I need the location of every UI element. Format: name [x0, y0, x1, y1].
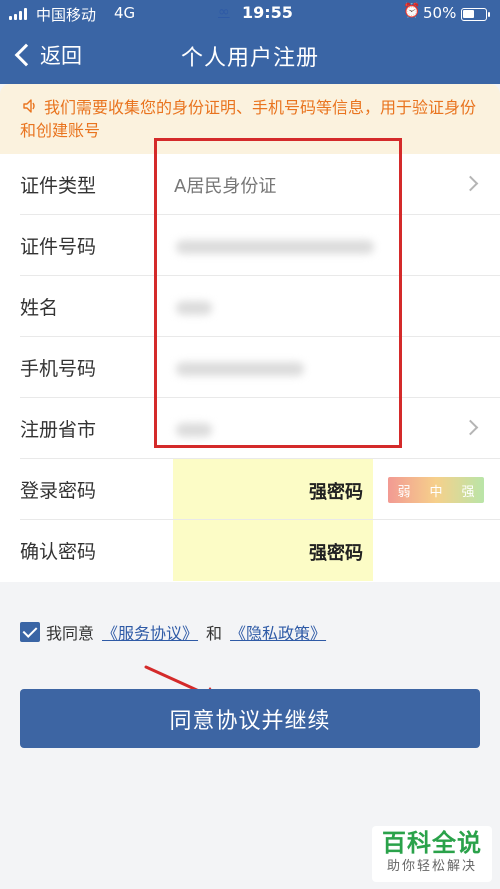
watermark-title: 百科全说	[382, 829, 482, 857]
agree-continue-button[interactable]: 同意协议并继续	[20, 689, 480, 748]
speaker-icon	[23, 99, 35, 113]
id-type-label: 证件类型	[20, 175, 97, 197]
agree-checkbox[interactable]	[20, 622, 40, 642]
login-password-field[interactable]: 强密码	[173, 459, 373, 520]
confirm-password-field[interactable]: 强密码	[173, 520, 373, 581]
confirm-password-label: 确认密码	[20, 541, 97, 563]
login-password-value: 强密码	[309, 482, 363, 503]
agreement-row: 我同意 《服务协议》 和 《隐私政策》	[20, 621, 334, 643]
agree-prefix: 我同意	[46, 624, 95, 643]
id-number-label: 证件号码	[20, 236, 97, 258]
province-label: 注册省市	[20, 419, 97, 441]
chevron-right-icon	[462, 419, 479, 436]
annotation-highlight-box	[154, 138, 402, 448]
alarm-icon: ⏰	[403, 3, 421, 19]
network-type: 4G	[114, 4, 136, 22]
battery-icon	[461, 8, 490, 21]
confirm-password-row: 确认密码 强密码	[0, 520, 500, 581]
notice-text: 我们需要收集您的身份证明、手机号码等信息，用于验证身份和创建账号	[20, 98, 477, 140]
chevron-right-icon	[462, 175, 479, 192]
watermark-subtitle: 助你轻松解决	[386, 859, 477, 874]
signal-icon	[9, 8, 29, 20]
nav-bar: 返回 个人用户注册	[0, 28, 500, 84]
carrier-name: 中国移动	[36, 6, 97, 24]
name-label: 姓名	[20, 297, 59, 319]
login-password-label: 登录密码	[20, 480, 97, 502]
confirm-password-value: 强密码	[309, 543, 363, 564]
watermark-logo: 百科全说 助你轻松解决	[372, 826, 492, 882]
password-strength-meter: 弱 中 强	[388, 477, 484, 503]
page-title: 个人用户注册	[180, 46, 319, 71]
status-bar: 中国移动 4G ∞ 19:55 ⏰ 50%	[0, 0, 500, 28]
agree-and: 和	[206, 624, 223, 643]
clock: 19:55	[242, 3, 293, 22]
strength-medium: 中	[429, 484, 443, 500]
strength-weak: 弱	[397, 484, 411, 500]
link-icon: ∞	[218, 4, 230, 20]
battery-percent: 50%	[423, 4, 457, 22]
service-agreement-link[interactable]: 《服务协议》	[102, 620, 198, 644]
phone-label: 手机号码	[20, 358, 97, 380]
privacy-policy-link[interactable]: 《隐私政策》	[230, 620, 326, 644]
strength-strong: 强	[461, 484, 475, 500]
login-password-row: 登录密码 强密码 弱 中 强	[0, 459, 500, 520]
header: 中国移动 4G ∞ 19:55 ⏰ 50% 返回 个人用户注册	[0, 0, 500, 84]
